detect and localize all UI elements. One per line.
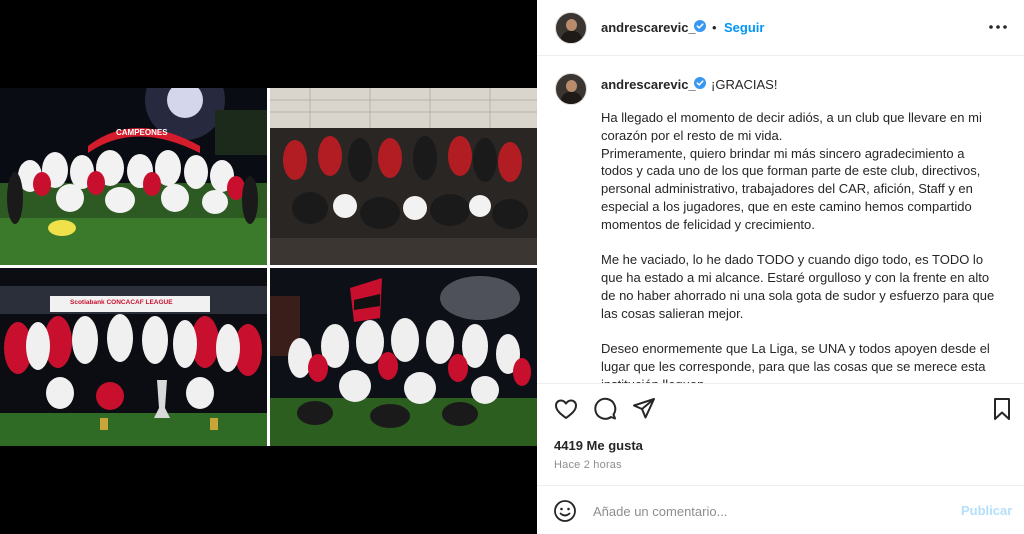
post-media-panel: CAMPEONES Scotiabank CONCACAF LEAGUE — [0, 0, 537, 534]
action-bar: 4419 Me gusta Hace 2 horas — [537, 383, 1024, 483]
avatar[interactable] — [555, 12, 587, 44]
celebration-photo-2 — [270, 88, 537, 265]
celebration-photo-1: CAMPEONES — [0, 88, 267, 265]
verified-icon — [694, 77, 706, 89]
caption-first-line: ¡GRACIAS! — [711, 77, 778, 92]
instagram-post-modal: CAMPEONES Scotiabank CONCACAF LEAGUE and… — [0, 0, 1024, 534]
comment-icon[interactable] — [592, 396, 618, 422]
bookmark-icon[interactable] — [989, 396, 1015, 422]
post-header: andrescarevic_ • Seguir — [537, 0, 1024, 56]
post-side-panel: andrescarevic_ • Seguir andrescarevic_ ¡… — [537, 0, 1024, 534]
verified-icon — [694, 20, 706, 32]
caption-username-link[interactable]: andrescarevic_ — [601, 77, 696, 92]
caption-section: andrescarevic_ ¡GRACIAS! Ha llegado el m… — [537, 57, 1024, 383]
caption-avatar[interactable] — [555, 73, 587, 105]
campeones-banner-text: CAMPEONES — [116, 128, 168, 137]
follow-button[interactable]: Seguir — [724, 20, 764, 35]
concacaf-banner-text: Scotiabank CONCACAF LEAGUE — [70, 299, 173, 306]
comment-input[interactable] — [593, 501, 933, 521]
celebration-photo-3: Scotiabank CONCACAF LEAGUE — [0, 268, 267, 446]
publish-button[interactable]: Publicar — [961, 503, 1012, 518]
celebration-photo-4 — [270, 268, 537, 446]
caption-text: Ha llegado el momento de decir adiós, a … — [601, 110, 995, 383]
emoji-icon[interactable] — [553, 499, 577, 523]
post-timestamp[interactable]: Hace 2 horas — [554, 459, 622, 471]
more-options-icon[interactable] — [987, 18, 1009, 36]
likes-count[interactable]: 4419 Me gusta — [554, 438, 643, 453]
heart-icon[interactable] — [553, 396, 579, 422]
username-link[interactable]: andrescarevic_ — [601, 20, 696, 35]
photo-collage[interactable]: CAMPEONES Scotiabank CONCACAF LEAGUE — [0, 88, 537, 446]
separator-dot: • — [712, 20, 717, 35]
comment-composer: Publicar — [537, 485, 1024, 534]
share-icon[interactable] — [631, 396, 657, 422]
